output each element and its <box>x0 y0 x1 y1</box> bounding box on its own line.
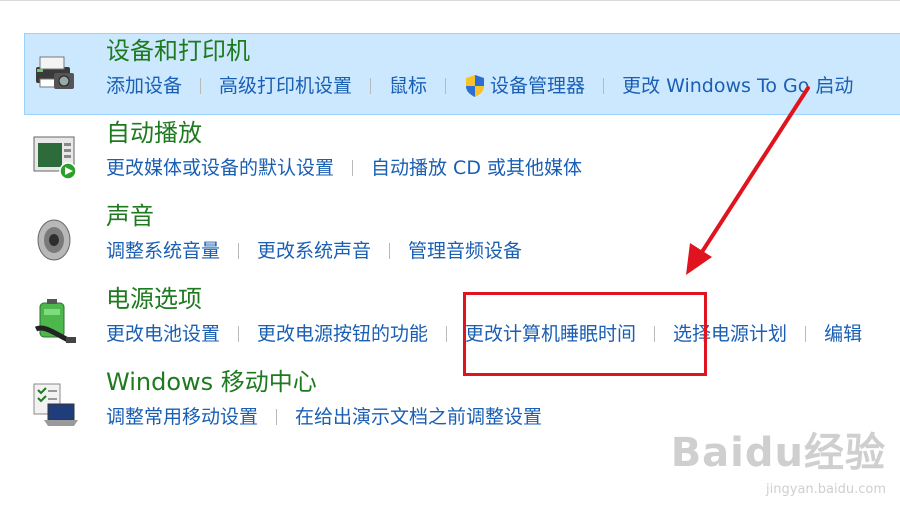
link-separator <box>445 78 447 94</box>
group-title[interactable]: Windows 移动中心 <box>106 366 317 398</box>
link-separator <box>200 78 202 94</box>
group-links: 调整系统音量 更改系统声音 管理音频设备 <box>106 238 522 264</box>
link-manage-audio-devices[interactable]: 管理音频设备 <box>408 238 522 264</box>
battery-plug-icon <box>34 299 76 344</box>
autoplay-icon <box>33 136 77 180</box>
group-devices-printers: 设备和打印机 添加设备 高级打印机设置 鼠标 设备管理器 更改 Windows … <box>0 33 900 113</box>
watermark-url: jingyan.baidu.com <box>766 482 886 497</box>
device-manager-item[interactable]: 设备管理器 <box>464 73 585 99</box>
group-title[interactable]: 自动播放 <box>106 117 202 149</box>
group-title[interactable]: 设备和打印机 <box>106 35 250 67</box>
top-divider <box>0 0 900 1</box>
group-power-options: 电源选项 更改电池设置 更改电源按钮的功能 更改计算机睡眠时间 选择电源计划 编… <box>0 281 900 361</box>
link-separator <box>352 160 354 176</box>
link-add-device[interactable]: 添加设备 <box>106 73 182 99</box>
group-links: 更改媒体或设备的默认设置 自动播放 CD 或其他媒体 <box>106 155 582 181</box>
printer-camera-icon <box>36 56 74 89</box>
link-change-sounds[interactable]: 更改系统声音 <box>257 238 371 264</box>
group-title[interactable]: 声音 <box>106 200 154 232</box>
link-windows-to-go[interactable]: 更改 Windows To Go 启动 <box>622 73 853 99</box>
link-mouse[interactable]: 鼠标 <box>389 73 427 99</box>
link-change-battery-settings[interactable]: 更改电池设置 <box>106 321 220 347</box>
link-advanced-printer-setup[interactable]: 高级打印机设置 <box>219 73 352 99</box>
speaker-icon <box>37 219 71 261</box>
group-links: 调整常用移动设置 在给出演示文档之前调整设置 <box>106 404 542 430</box>
watermark-logo: Baidu经验 <box>670 430 886 476</box>
mobility-center-icon <box>33 383 78 426</box>
baidu-watermark: Baidu经验 jingyan.baidu.com <box>671 420 886 497</box>
link-autoplay-cd[interactable]: 自动播放 CD 或其他媒体 <box>371 155 582 181</box>
link-edit-power-plan[interactable]: 编辑 <box>824 321 862 347</box>
link-presentation-settings[interactable]: 在给出演示文档之前调整设置 <box>295 404 542 430</box>
link-separator <box>238 243 240 259</box>
link-device-manager[interactable]: 设备管理器 <box>490 73 585 99</box>
link-separator <box>276 409 278 425</box>
link-power-button-function[interactable]: 更改电源按钮的功能 <box>257 321 428 347</box>
annotation-highlight-box <box>463 292 707 376</box>
link-adjust-mobility-settings[interactable]: 调整常用移动设置 <box>106 404 258 430</box>
group-title[interactable]: 电源选项 <box>106 283 202 315</box>
link-adjust-volume[interactable]: 调整系统音量 <box>106 238 220 264</box>
link-separator <box>805 326 807 342</box>
group-sound: 声音 调整系统音量 更改系统声音 管理音频设备 <box>0 198 900 278</box>
group-links: 添加设备 高级打印机设置 鼠标 设备管理器 更改 Windows To Go 启… <box>106 73 853 99</box>
link-separator <box>238 326 240 342</box>
link-separator <box>370 78 372 94</box>
link-separator <box>446 326 448 342</box>
link-separator <box>389 243 391 259</box>
uac-shield-icon <box>466 75 485 97</box>
link-change-media-defaults[interactable]: 更改媒体或设备的默认设置 <box>106 155 334 181</box>
link-separator <box>603 78 605 94</box>
group-autoplay: 自动播放 更改媒体或设备的默认设置 自动播放 CD 或其他媒体 <box>0 115 900 195</box>
